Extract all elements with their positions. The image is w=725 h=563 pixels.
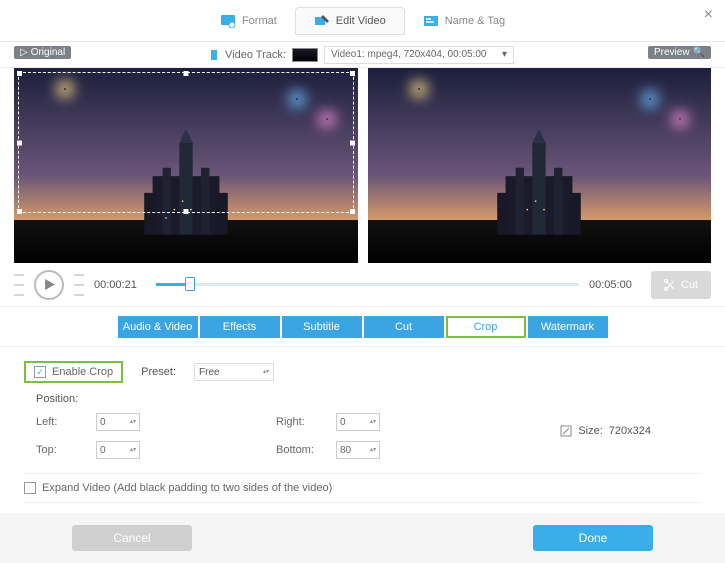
enable-crop-label: Enable Crop <box>52 366 113 378</box>
preview-area <box>0 68 725 263</box>
video-track-row: ▷ Original Video Track: Video1: mpeg4, 7… <box>0 42 725 68</box>
output-preview <box>368 68 712 263</box>
total-time: 00:05:00 <box>589 279 641 291</box>
crop-panel: ✓ Enable Crop Preset: Free ▴▾ Position: … <box>0 347 725 513</box>
grip-icon <box>74 274 84 296</box>
position-label: Position: <box>36 393 701 405</box>
expand-video-label: Expand Video (Add black padding to two s… <box>42 482 332 494</box>
preset-select[interactable]: Free ▴▾ <box>194 363 274 381</box>
sub-tabs: Audio & Video Effects Subtitle Cut Crop … <box>0 307 725 347</box>
track-thumbnail <box>292 48 318 62</box>
track-select-value: Video1: mpeg4, 720x404, 00:05:00 <box>331 49 487 60</box>
current-time: 00:00:21 <box>94 279 146 291</box>
tag-icon <box>423 14 439 28</box>
castle-illustration <box>419 126 659 243</box>
bottom-label: Bottom: <box>276 444 336 456</box>
preset-label: Preset: <box>141 366 176 378</box>
expand-video-checkbox[interactable]: ✓ <box>24 482 36 494</box>
playback-bar: 00:00:21 00:05:00 Cut <box>0 263 725 307</box>
play-button[interactable] <box>34 270 64 300</box>
done-button[interactable]: Done <box>533 525 653 551</box>
subtab-audio-video[interactable]: Audio & Video <box>118 316 198 338</box>
left-input[interactable]: 0▴▾ <box>96 413 140 431</box>
video-track-select[interactable]: Video1: mpeg4, 720x404, 00:05:00 ▾ <box>324 46 514 64</box>
stepper-icon: ▴▾ <box>263 370 269 375</box>
chevron-down-icon: ▾ <box>502 49 507 60</box>
tab-edit-video[interactable]: Edit Video <box>295 7 405 35</box>
enable-crop-toggle[interactable]: ✓ Enable Crop <box>24 361 123 383</box>
footer: Cancel Done <box>0 513 725 563</box>
preset-value: Free <box>199 367 220 378</box>
edit-icon <box>314 14 330 28</box>
tab-edit-label: Edit Video <box>336 15 386 27</box>
seek-track[interactable] <box>156 283 579 286</box>
play-icon <box>44 279 55 290</box>
left-label: Left: <box>36 416 96 428</box>
tab-format[interactable]: Format <box>202 8 295 34</box>
subtab-cut[interactable]: Cut <box>364 316 444 338</box>
top-input[interactable]: 0▴▾ <box>96 441 140 459</box>
top-label: Top: <box>36 444 96 456</box>
seek-thumb[interactable] <box>185 277 195 291</box>
bottom-input[interactable]: 80▴▾ <box>336 441 380 459</box>
size-value: 720x324 <box>609 425 651 437</box>
close-button[interactable]: × <box>704 6 713 24</box>
cut-button[interactable]: Cut <box>651 271 711 299</box>
preview-badge: Preview 🔍 <box>648 46 711 59</box>
crop-selection[interactable] <box>18 72 354 213</box>
track-label: Video Track: <box>225 49 286 61</box>
original-preview[interactable] <box>14 68 358 263</box>
tab-format-label: Format <box>242 15 277 27</box>
top-tabs: Format Edit Video Name & Tag × <box>0 0 725 42</box>
aspect-icon <box>560 425 572 437</box>
original-badge: ▷ Original <box>14 46 71 59</box>
format-icon <box>220 14 236 28</box>
subtab-watermark[interactable]: Watermark <box>528 316 608 338</box>
enable-crop-checkbox[interactable]: ✓ <box>34 366 46 378</box>
subtab-effects[interactable]: Effects <box>200 316 280 338</box>
grip-icon <box>14 274 24 296</box>
right-label: Right: <box>276 416 336 428</box>
tab-name-tag[interactable]: Name & Tag <box>405 8 523 34</box>
subtab-crop[interactable]: Crop <box>446 316 526 338</box>
scissors-icon <box>664 279 676 291</box>
tab-name-label: Name & Tag <box>445 15 505 27</box>
subtab-subtitle[interactable]: Subtitle <box>282 316 362 338</box>
track-bullet-icon <box>211 50 219 60</box>
right-input[interactable]: 0▴▾ <box>336 413 380 431</box>
size-label: Size: <box>578 425 602 437</box>
cancel-button[interactable]: Cancel <box>72 525 192 551</box>
